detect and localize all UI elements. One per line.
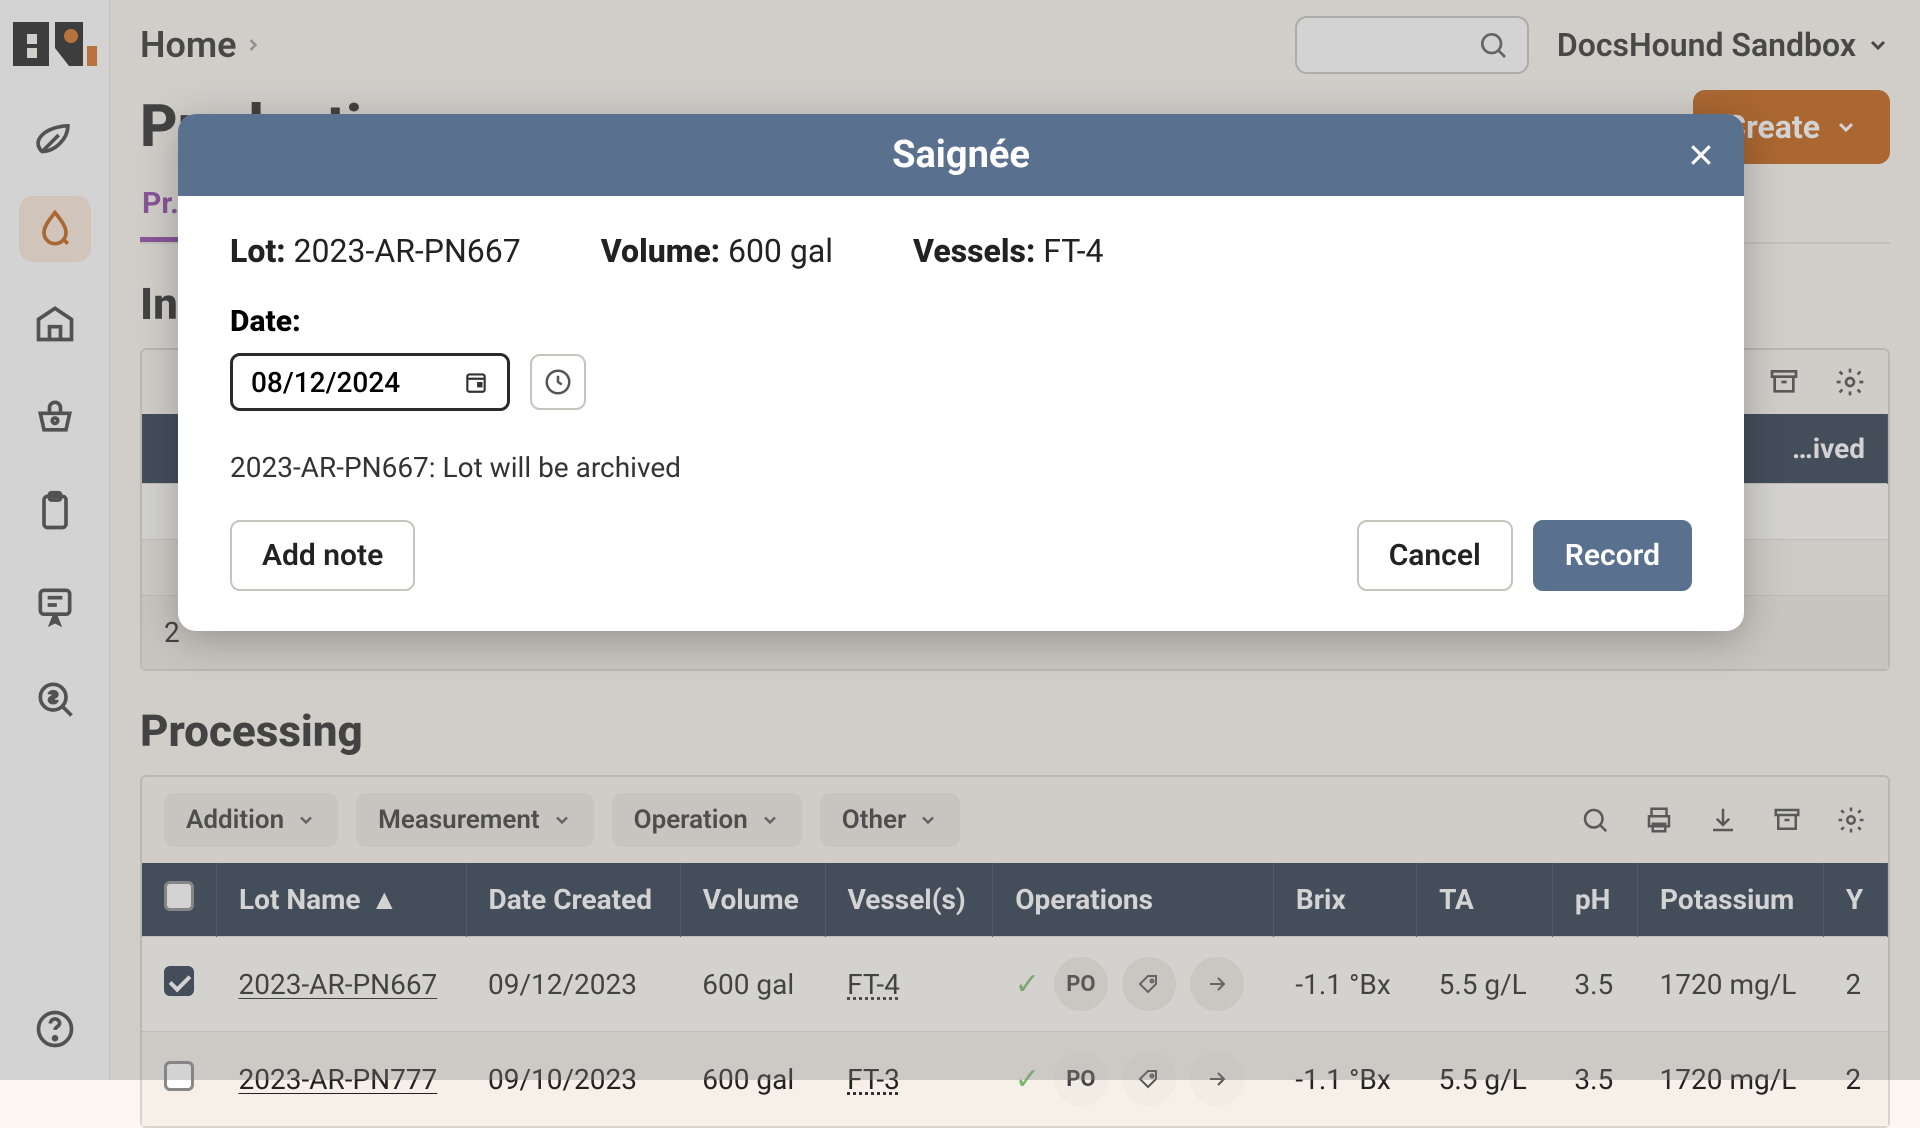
modal-header: Saignée	[178, 114, 1744, 196]
date-value: 08/12/2024	[251, 366, 400, 399]
modal-volume: Volume: 600 gal	[601, 232, 833, 270]
modal-lot: Lot: 2023-AR-PN667	[230, 232, 521, 270]
close-button[interactable]	[1686, 140, 1716, 170]
saignee-modal: Saignée Lot: 2023-AR-PN667 Volume: 600 g…	[178, 114, 1744, 631]
modal-vessels: Vessels: FT-4	[913, 232, 1104, 270]
archive-warning: 2023-AR-PN667: Lot will be archived	[230, 451, 1692, 484]
record-button[interactable]: Record	[1533, 520, 1692, 591]
add-note-button[interactable]: Add note	[230, 520, 415, 591]
calendar-icon	[463, 369, 489, 395]
clock-icon	[543, 367, 573, 397]
modal-title: Saignée	[892, 133, 1030, 177]
modal-body: Lot: 2023-AR-PN667 Volume: 600 gal Vesse…	[178, 196, 1744, 508]
date-input[interactable]: 08/12/2024	[230, 353, 510, 411]
modal-actions: Add note Cancel Record	[178, 508, 1744, 631]
cancel-button[interactable]: Cancel	[1357, 520, 1513, 591]
modal-meta: Lot: 2023-AR-PN667 Volume: 600 gal Vesse…	[230, 232, 1692, 270]
time-button[interactable]	[530, 354, 586, 410]
close-icon	[1686, 140, 1716, 170]
date-label: Date:	[230, 304, 1692, 339]
